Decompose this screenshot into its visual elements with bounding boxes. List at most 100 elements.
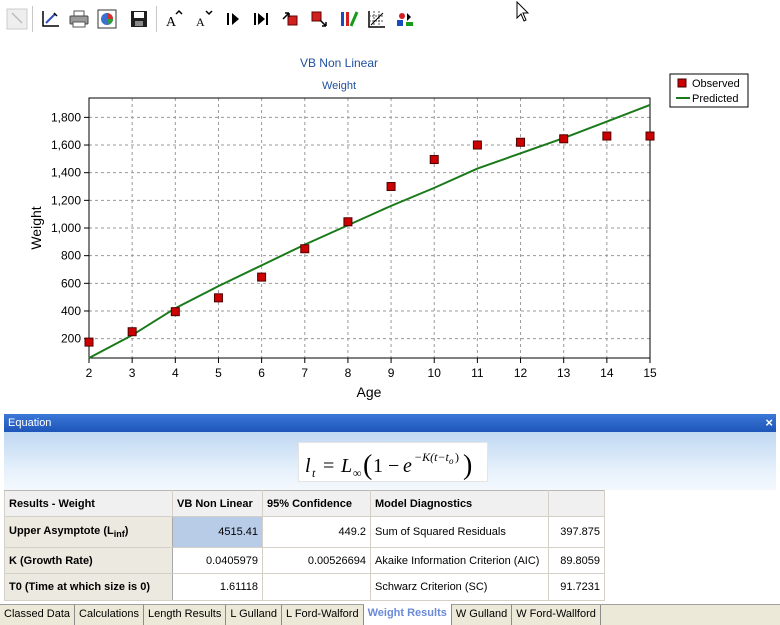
tab-calculations[interactable]: Calculations xyxy=(75,605,144,625)
x-tick-label: 10 xyxy=(428,366,442,380)
table-row: Upper Asymptote (Linf) 4515.41 449.2 Sum… xyxy=(4,516,605,548)
row-label[interactable]: Upper Asymptote (Linf) xyxy=(4,516,173,548)
legend-observed-marker xyxy=(677,78,687,88)
svg-text:t: t xyxy=(312,466,316,480)
equation-panel-title: Equation xyxy=(8,417,52,429)
move-up-icon[interactable] xyxy=(280,8,302,30)
svg-text:(: ( xyxy=(363,450,372,481)
print-icon[interactable] xyxy=(68,8,90,30)
svg-text:∞: ∞ xyxy=(353,466,362,480)
sheet-tabs: Classed Data Calculations Length Results… xyxy=(0,604,780,625)
observed-point xyxy=(645,131,655,141)
y-tick-label: 400 xyxy=(61,304,81,318)
observed-point xyxy=(516,137,526,147)
x-tick-label: 8 xyxy=(345,366,352,380)
y-tick-label: 1,600 xyxy=(51,138,81,152)
grid-icon[interactable] xyxy=(366,8,388,30)
tab-l-ford-walford[interactable]: L Ford-Walford xyxy=(282,605,364,625)
table-cell-selected[interactable]: 4515.41 xyxy=(172,516,263,548)
series-colors-icon[interactable] xyxy=(338,8,360,30)
font-decrease-icon[interactable]: A xyxy=(192,8,214,30)
legend-observed-label: Observed xyxy=(692,78,740,90)
x-tick-label: 2 xyxy=(86,366,93,380)
x-tick-label: 9 xyxy=(388,366,395,380)
tab-l-gulland[interactable]: L Gulland xyxy=(226,605,283,625)
table-cell[interactable]: 89.8059 xyxy=(548,547,605,574)
tab-w-ford-wallford[interactable]: W Ford-Wallford xyxy=(512,605,601,625)
svg-text:=: = xyxy=(323,455,334,477)
save-icon[interactable] xyxy=(128,8,150,30)
results-table: Results - Weight VB Non Linear 95% Confi… xyxy=(4,490,605,601)
properties-icon[interactable] xyxy=(394,8,416,30)
observed-point xyxy=(472,140,482,150)
font-increase-icon[interactable]: A xyxy=(162,8,184,30)
table-row: K (Growth Rate) 0.0405979 0.00526694 Aka… xyxy=(4,547,605,574)
results-header-cell[interactable]: 95% Confidence xyxy=(262,490,371,517)
x-tick-label: 7 xyxy=(301,366,308,380)
step-forward-icon[interactable] xyxy=(222,8,244,30)
equation-panel-header: Equation × xyxy=(4,414,776,432)
y-tick-label: 1,800 xyxy=(51,110,81,124)
observed-point xyxy=(257,272,267,282)
y-tick-label: 800 xyxy=(61,249,81,263)
results-header-cell[interactable]: VB Non Linear xyxy=(172,490,263,517)
svg-text:−K(t−t: −K(t−t xyxy=(414,450,450,464)
observed-point xyxy=(386,182,396,192)
step-end-icon[interactable] xyxy=(250,8,272,30)
table-cell[interactable]: 0.0405979 xyxy=(172,547,263,574)
observed-point xyxy=(559,134,569,144)
observed-point xyxy=(602,131,612,141)
chart-legend: Observed Predicted xyxy=(669,73,749,108)
table-cell[interactable]: Sum of Squared Residuals xyxy=(370,516,549,548)
y-tick-label: 1,200 xyxy=(51,193,81,207)
vb-formula: l t = L ∞ ( 1 − e −K(t−t o ) ) xyxy=(298,442,488,482)
table-cell[interactable] xyxy=(262,573,371,601)
results-header-cell[interactable]: Results - Weight xyxy=(4,490,173,517)
y-tick-label: 600 xyxy=(61,276,81,290)
x-tick-label: 13 xyxy=(557,366,571,380)
svg-text:A: A xyxy=(196,15,205,29)
row-label[interactable]: T0 (Time at which size is 0) xyxy=(4,573,173,601)
x-tick-label: 14 xyxy=(600,366,614,380)
tab-w-gulland[interactable]: W Gulland xyxy=(452,605,513,625)
results-header-cell[interactable]: Model Diagnostics xyxy=(370,490,549,517)
observed-point xyxy=(300,244,310,254)
x-tick-label: 15 xyxy=(643,366,657,380)
pointer-icon[interactable] xyxy=(6,8,28,30)
table-cell[interactable]: Schwarz Criterion (SC) xyxy=(370,573,549,601)
svg-text:e: e xyxy=(403,455,412,477)
move-down-icon[interactable] xyxy=(308,8,330,30)
chart-wizard-icon[interactable] xyxy=(96,8,118,30)
x-tick-label: 12 xyxy=(514,366,528,380)
chart-title: VB Non Linear xyxy=(300,56,378,70)
y-tick-label: 1,400 xyxy=(51,166,81,180)
chart-edit-icon[interactable] xyxy=(40,8,62,30)
table-cell[interactable]: 449.2 xyxy=(262,516,371,548)
results-header-cell[interactable] xyxy=(548,490,605,517)
tab-weight-results[interactable]: Weight Results xyxy=(363,604,452,625)
close-icon[interactable]: × xyxy=(765,414,773,432)
observed-point xyxy=(343,217,353,227)
table-cell[interactable]: 397.875 xyxy=(548,516,605,548)
tab-length-results[interactable]: Length Results xyxy=(144,605,227,625)
svg-text:): ) xyxy=(455,450,459,464)
x-tick-label: 3 xyxy=(129,366,136,380)
toolbar: A A xyxy=(0,0,780,38)
table-cell[interactable]: 1.61118 xyxy=(172,573,263,601)
chart-subtitle: Weight xyxy=(322,80,356,92)
observed-point xyxy=(213,293,223,303)
table-cell[interactable]: 0.00526694 xyxy=(262,547,371,574)
y-tick-label: 1,000 xyxy=(51,221,81,235)
x-tick-label: 11 xyxy=(471,366,484,380)
observed-point xyxy=(170,307,180,317)
table-cell[interactable]: Akaike Information Criterion (AIC) xyxy=(370,547,549,574)
observed-point xyxy=(84,337,94,347)
legend-predicted-label: Predicted xyxy=(692,93,738,105)
row-label[interactable]: K (Growth Rate) xyxy=(4,547,173,574)
svg-text:1 −: 1 − xyxy=(373,455,399,477)
x-tick-label: 4 xyxy=(172,366,179,380)
x-tick-label: 6 xyxy=(258,366,265,380)
tab-classed-data[interactable]: Classed Data xyxy=(0,605,76,625)
svg-text:l: l xyxy=(305,455,311,477)
table-cell[interactable]: 91.7231 xyxy=(548,573,605,601)
